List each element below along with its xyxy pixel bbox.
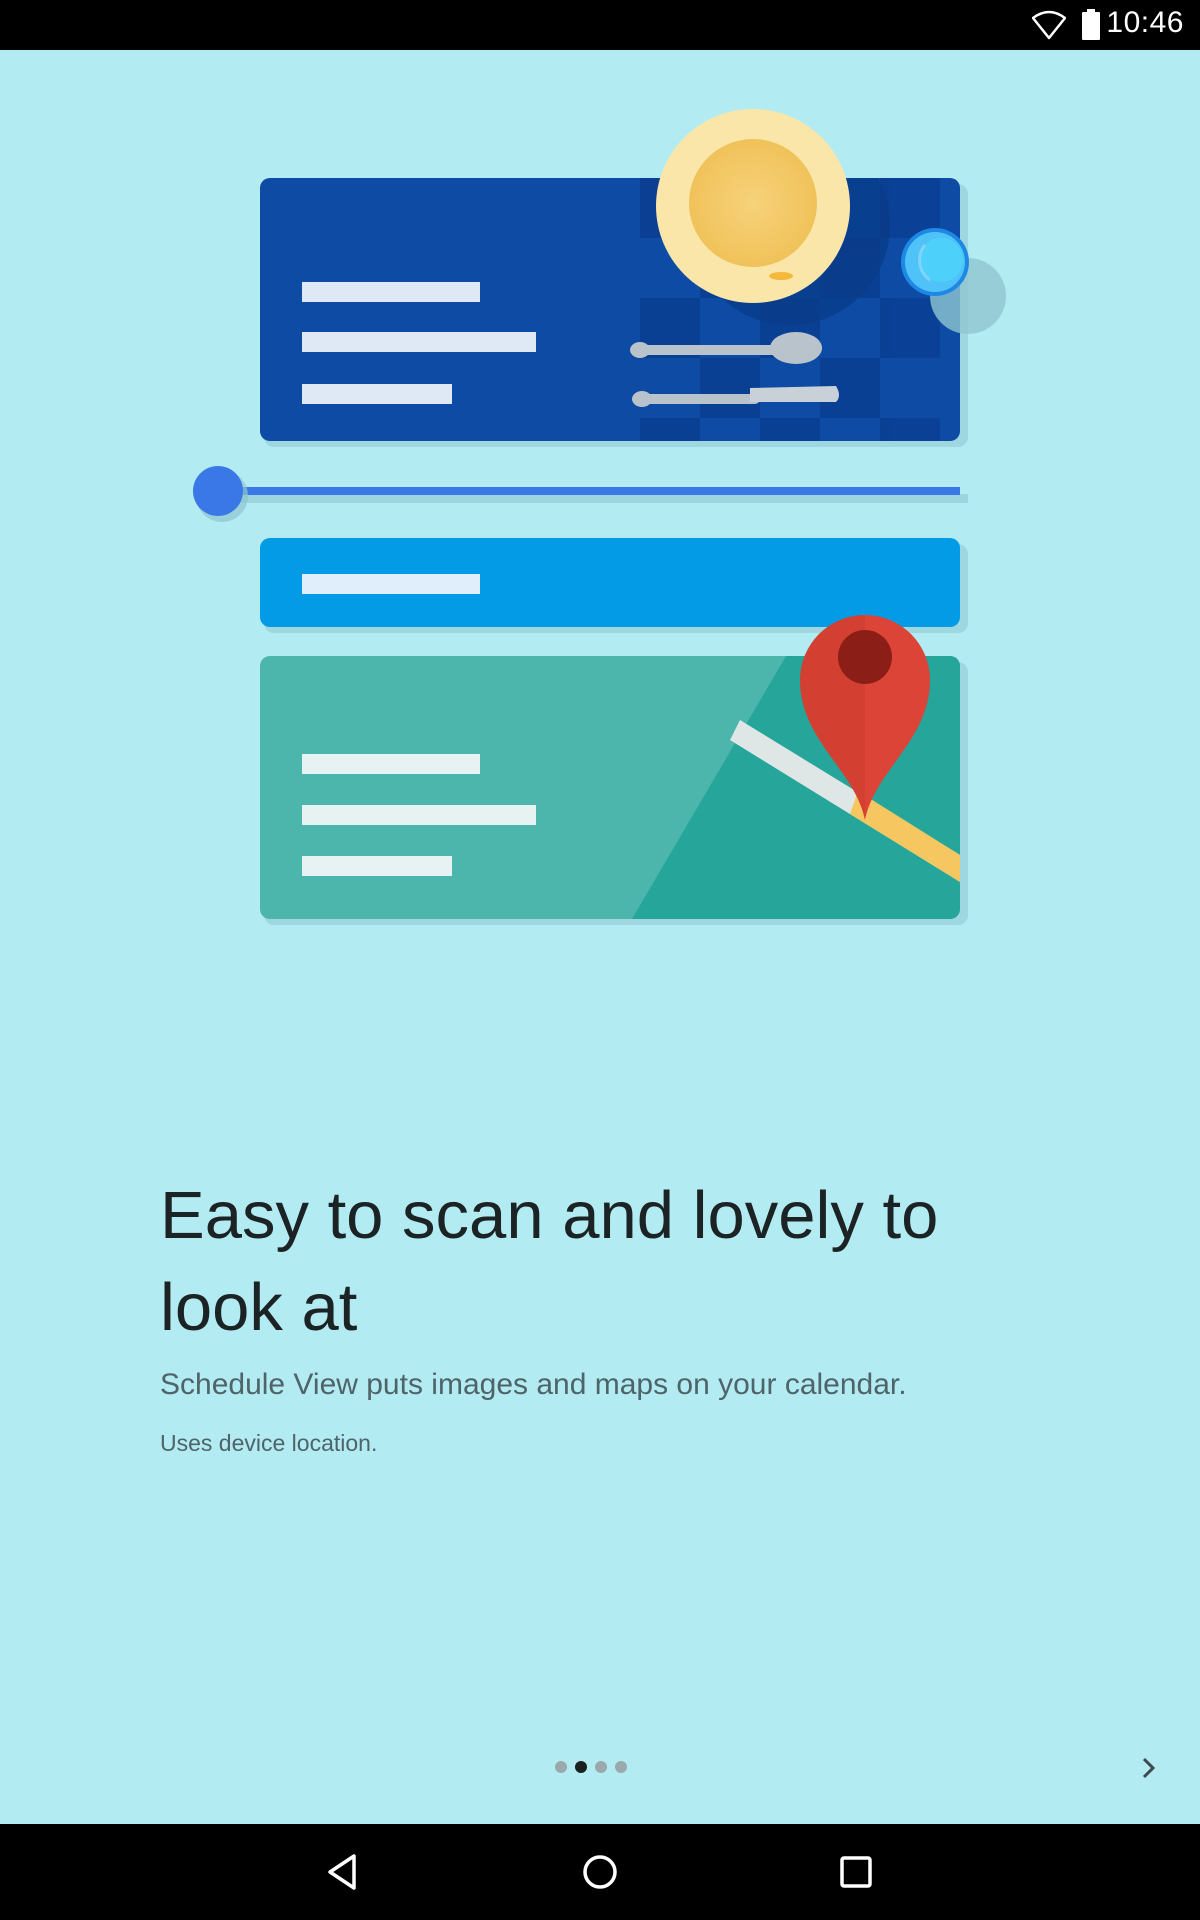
status-bar: 10:46 bbox=[0, 0, 1200, 50]
recents-icon bbox=[840, 1856, 872, 1888]
page-dot-3 bbox=[595, 1761, 607, 1773]
next-button[interactable] bbox=[1126, 1746, 1170, 1790]
schedule-illustration bbox=[193, 109, 1006, 925]
battery-icon bbox=[1082, 9, 1100, 40]
location-note: Uses device location. bbox=[160, 1430, 378, 1456]
chevron-right-icon bbox=[1142, 1757, 1156, 1779]
onboarding-subtitle: Schedule View puts images and maps on yo… bbox=[160, 1368, 907, 1401]
timeline bbox=[193, 466, 968, 522]
system-navigation-bar bbox=[0, 1824, 1200, 1920]
status-time: 10:46 bbox=[1106, 6, 1184, 39]
home-icon bbox=[583, 1855, 617, 1889]
page-dot-1 bbox=[555, 1761, 567, 1773]
plate-icon bbox=[656, 109, 850, 303]
page-dot-2 bbox=[575, 1761, 587, 1773]
event-card-restaurant bbox=[260, 109, 1006, 447]
onboarding-headline: Easy to scan and lovely to look at bbox=[160, 1178, 939, 1345]
back-button[interactable] bbox=[320, 1848, 368, 1896]
back-icon bbox=[328, 1854, 356, 1890]
page-dot-4 bbox=[615, 1761, 627, 1773]
page-indicator bbox=[555, 1760, 627, 1774]
wifi-icon bbox=[1032, 10, 1066, 40]
glass-icon bbox=[901, 228, 969, 296]
recents-button[interactable] bbox=[832, 1848, 880, 1896]
event-card-map bbox=[260, 615, 968, 925]
home-button[interactable] bbox=[576, 1848, 624, 1896]
onboarding-screen: 10:46 Easy to scan and lovely to look at… bbox=[0, 0, 1200, 1920]
